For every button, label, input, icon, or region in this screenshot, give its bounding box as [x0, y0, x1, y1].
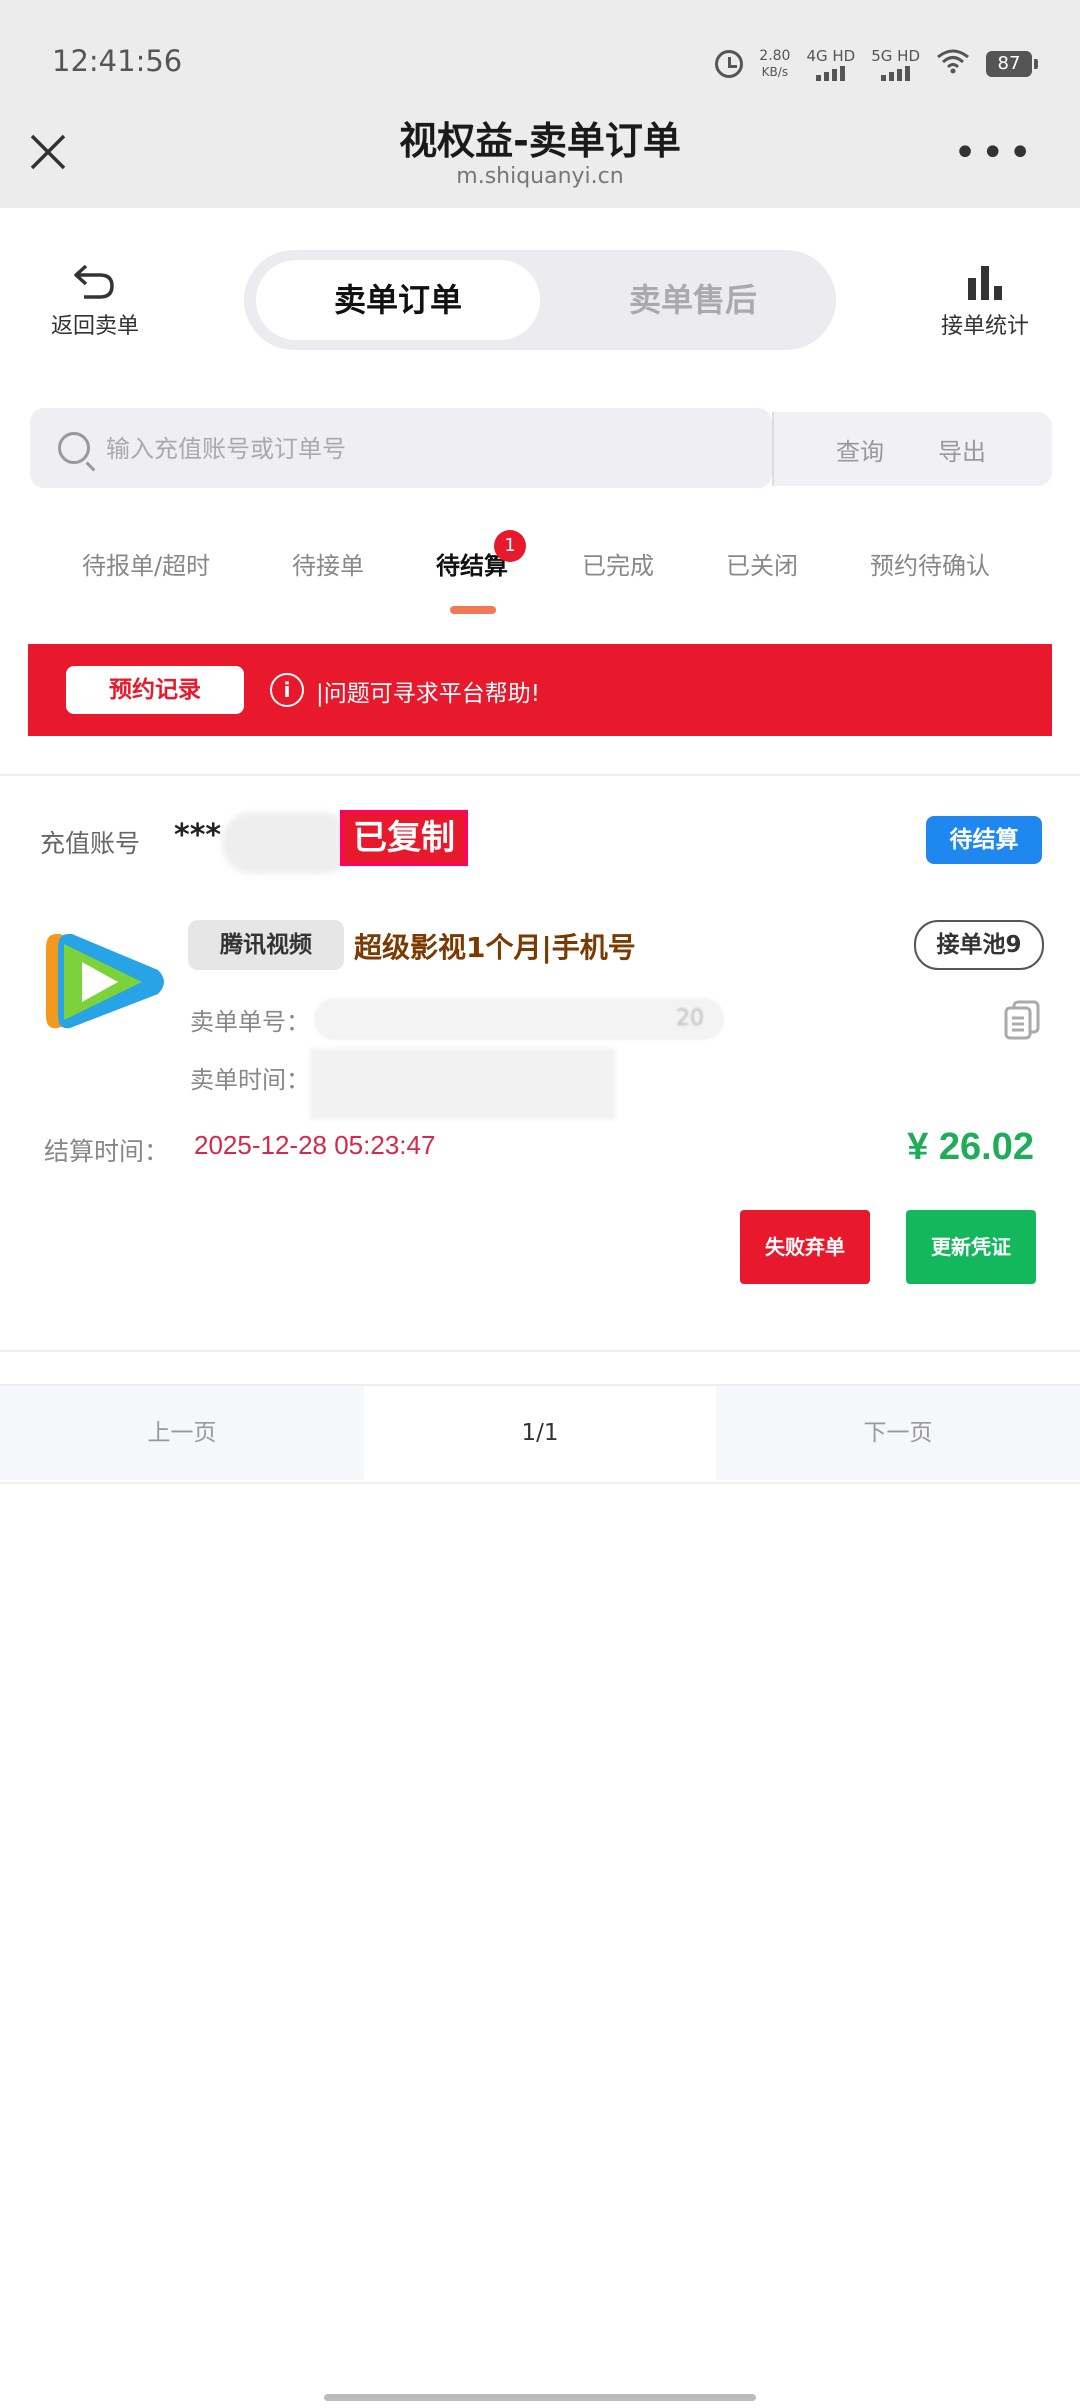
- account-value[interactable]: ***: [174, 818, 221, 853]
- divider: [0, 1350, 1080, 1352]
- back-to-sell-button[interactable]: 返回卖单: [40, 262, 150, 340]
- undo-arrow-icon: [74, 264, 114, 299]
- copied-toast: 已复制: [340, 810, 468, 866]
- prev-page-button[interactable]: 上一页: [0, 1386, 364, 1480]
- status-badge: 待结算: [926, 816, 1042, 864]
- divider: [0, 774, 1080, 776]
- query-button[interactable]: 查询: [836, 432, 884, 467]
- order-price: ¥ 26.02: [907, 1126, 1034, 1168]
- settle-time-value: 2025-12-28 05:23:47: [194, 1130, 436, 1160]
- search-actions: [772, 412, 1052, 486]
- wifi-icon: [936, 47, 970, 82]
- status-icons: 2.80 KB/s 4G HD 5G HD 87: [715, 44, 1038, 84]
- order-no-label: 卖单单号：: [190, 1008, 310, 1036]
- battery-icon: 87: [986, 51, 1038, 77]
- status-time: 12:41:56: [52, 44, 183, 78]
- info-icon: i: [270, 673, 304, 707]
- status-tab-closed[interactable]: 已关闭: [726, 546, 798, 581]
- fail-discard-button[interactable]: 失败弃单: [740, 1210, 870, 1284]
- order-stats-button[interactable]: 接单统计: [930, 262, 1040, 340]
- signal-bars-icon: [881, 65, 911, 81]
- copy-icon[interactable]: [1004, 1000, 1040, 1040]
- export-button[interactable]: 导出: [938, 432, 986, 467]
- status-tab-pending-report[interactable]: 待报单/超时: [82, 546, 210, 581]
- account-label: 充值账号: [40, 829, 141, 858]
- settle-time-label: 结算时间：: [44, 1137, 170, 1166]
- tab-after-sales[interactable]: 卖单售后: [560, 260, 826, 340]
- search-icon: [58, 432, 90, 464]
- page-indicator: 1/1: [521, 1420, 559, 1446]
- page-title: 视权益-卖单订单: [399, 119, 681, 163]
- reservation-record-button[interactable]: 预约记录: [66, 666, 244, 714]
- net-speed: 2.80 KB/s: [759, 48, 791, 79]
- platform-tag: 腾讯视频: [188, 920, 344, 970]
- home-indicator[interactable]: [324, 2394, 756, 2401]
- tencent-video-logo: [38, 924, 166, 1040]
- active-tab-indicator: [450, 606, 496, 614]
- order-time-label: 卖单时间：: [190, 1066, 310, 1094]
- more-icon[interactable]: •••: [953, 130, 1036, 176]
- signal-bars-icon: [816, 65, 846, 81]
- stats-label: 接单统计: [940, 314, 1029, 339]
- tab-sell-orders[interactable]: 卖单订单: [256, 260, 540, 340]
- update-proof-button[interactable]: 更新凭证: [906, 1210, 1036, 1284]
- product-name: 超级影视1个月|手机号: [354, 931, 636, 964]
- pool-tag: 接单池9: [914, 920, 1044, 970]
- signal-4g: 4G HD: [806, 47, 855, 81]
- tab-count-badge: 1: [494, 530, 526, 562]
- redacted-order-time: [310, 1048, 616, 1120]
- next-page-button[interactable]: 下一页: [716, 1386, 1080, 1480]
- alarm-icon: [715, 50, 744, 78]
- bar-chart-icon: [968, 266, 1002, 300]
- banner-message: |问题可寻求平台帮助!: [316, 681, 540, 707]
- search-input[interactable]: [104, 424, 748, 474]
- status-tab-reservation[interactable]: 预约待确认: [870, 546, 990, 581]
- redacted-account: [222, 812, 352, 874]
- signal-5g: 5G HD: [871, 47, 920, 81]
- status-tab-pending-accept[interactable]: 待接单: [292, 546, 364, 581]
- order-no-value: 20: [314, 998, 724, 1040]
- status-tab-completed[interactable]: 已完成: [582, 546, 654, 581]
- back-label: 返回卖单: [50, 314, 139, 339]
- page-url: m.shiquanyi.cn: [456, 164, 624, 189]
